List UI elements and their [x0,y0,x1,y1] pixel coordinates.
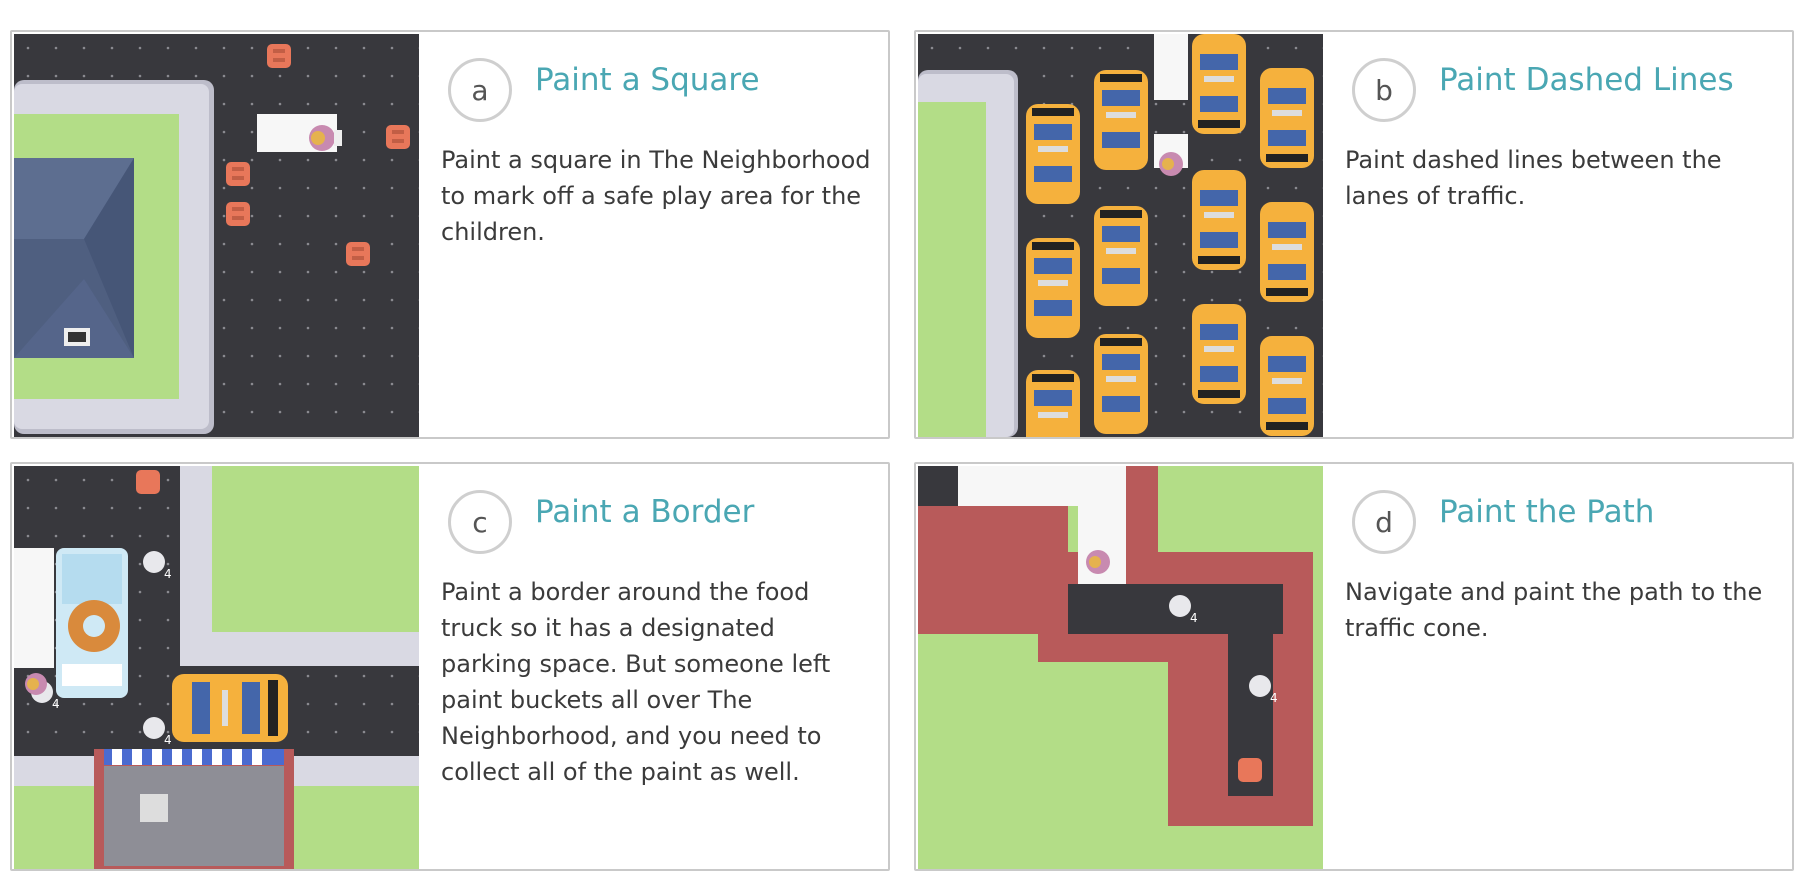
card-description: Paint dashed lines between the lanes of … [1345,146,1722,210]
scene-paint-border: 4 4 4 [14,466,419,869]
puzzle-card-d[interactable]: 4 4 d Paint the Path Navigate and paint … [914,462,1794,871]
painter-character [1086,550,1110,574]
card-title: Paint a Square [535,62,760,98]
puzzle-card-b[interactable]: b Paint Dashed Lines Paint dashed lines … [914,30,1794,439]
card-letter-badge: b [1352,58,1416,122]
card-description: Paint a square in The Neighborhood to ma… [441,146,871,246]
bucket-count: 4 [164,567,172,581]
bucket-count: 4 [52,697,60,711]
scene-paint-path: 4 4 [918,466,1323,869]
card-title: Paint Dashed Lines [1439,62,1734,98]
card-letter-badge: a [448,58,512,122]
card-title: Paint the Path [1439,494,1655,530]
painter-character [25,673,47,695]
bucket-count: 4 [1270,691,1278,705]
card-title: Paint a Border [535,494,755,530]
card-letter-badge: c [448,490,512,554]
bucket-count: 4 [1190,611,1198,625]
puzzle-card-a[interactable]: a Paint a Square Paint a square in The N… [10,30,890,439]
painter-character [1159,152,1183,176]
card-letter-badge: d [1352,490,1416,554]
card-description: Paint a border around the food truck so … [441,578,831,786]
scene-paint-dashed-lines [918,34,1323,437]
card-description: Navigate and paint the path to the traff… [1345,578,1763,642]
scene-paint-square [14,34,419,437]
bucket-count: 4 [164,733,172,747]
puzzle-card-c[interactable]: 4 4 4 c Paint a Border Paint a border ar… [10,462,890,871]
